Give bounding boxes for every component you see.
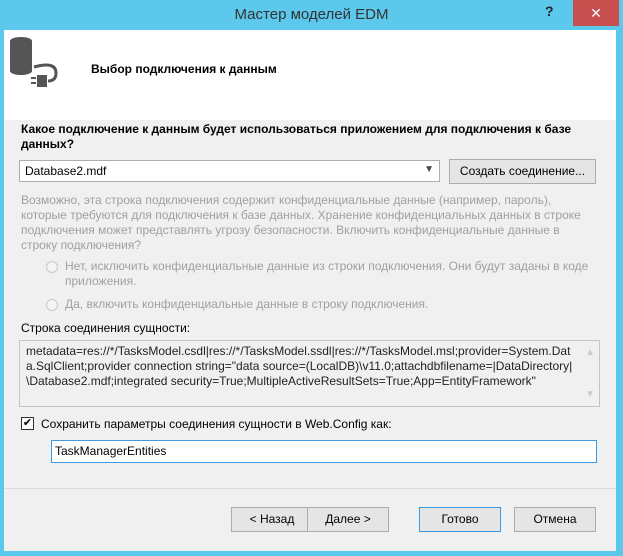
radio-label: Да, включить конфиденциальные данные в с… — [65, 297, 429, 311]
back-button[interactable]: < Назад — [231, 507, 313, 532]
window-title: Мастер моделей EDM — [234, 6, 389, 23]
chevron-down-icon: ▼ — [424, 164, 434, 175]
checkmark-icon: ✔ — [22, 417, 33, 429]
save-config-label[interactable]: Сохранить параметры соединения сущности … — [41, 417, 392, 431]
next-button[interactable]: Далее > — [307, 507, 389, 532]
entity-name-input[interactable]: TaskManagerEntities — [51, 440, 597, 463]
save-config-checkbox[interactable]: ✔ — [21, 417, 34, 430]
connection-question: Какое подключение к данным будет использ… — [21, 122, 572, 151]
radio-exclude-sensitive[interactable]: Нет, исключить конфиденциальные данные и… — [46, 259, 596, 289]
radio-label: Нет, исключить конфиденциальные данные и… — [65, 259, 589, 288]
radio-circle-icon — [46, 299, 58, 311]
radio-include-sensitive[interactable]: Да, включить конфиденциальные данные в с… — [46, 297, 596, 312]
wizard-header: Выбор подключения к данным — [4, 30, 616, 120]
finish-button[interactable]: Готово — [419, 507, 501, 532]
entity-connection-text: metadata=res://*/TasksModel.csdl|res://*… — [26, 344, 573, 388]
entity-connection-label: Строка соединения сущности: — [21, 321, 191, 335]
scroll-down-icon[interactable]: ▼ — [585, 387, 595, 402]
close-button[interactable]: ✕ — [573, 0, 619, 26]
create-connection-button[interactable]: Создать соединение... — [449, 159, 596, 184]
connection-select-value: Database2.mdf — [25, 164, 107, 178]
radio-circle-icon — [46, 261, 58, 273]
wizard-body: Выбор подключения к данным Какое подключ… — [4, 30, 616, 551]
scroll-up-icon[interactable]: ▲ — [585, 345, 595, 360]
cancel-button[interactable]: Отмена — [514, 507, 596, 532]
divider — [4, 488, 616, 489]
page-title: Выбор подключения к данным — [91, 62, 277, 76]
help-button[interactable]: ? — [545, 3, 554, 19]
connection-select[interactable]: Database2.mdf ▼ — [19, 160, 440, 182]
sensitive-data-warning: Возможно, эта строка подключения содержи… — [21, 193, 581, 252]
entity-connection-string[interactable]: metadata=res://*/TasksModel.csdl|res://*… — [19, 340, 600, 407]
database-plug-icon — [10, 37, 58, 87]
